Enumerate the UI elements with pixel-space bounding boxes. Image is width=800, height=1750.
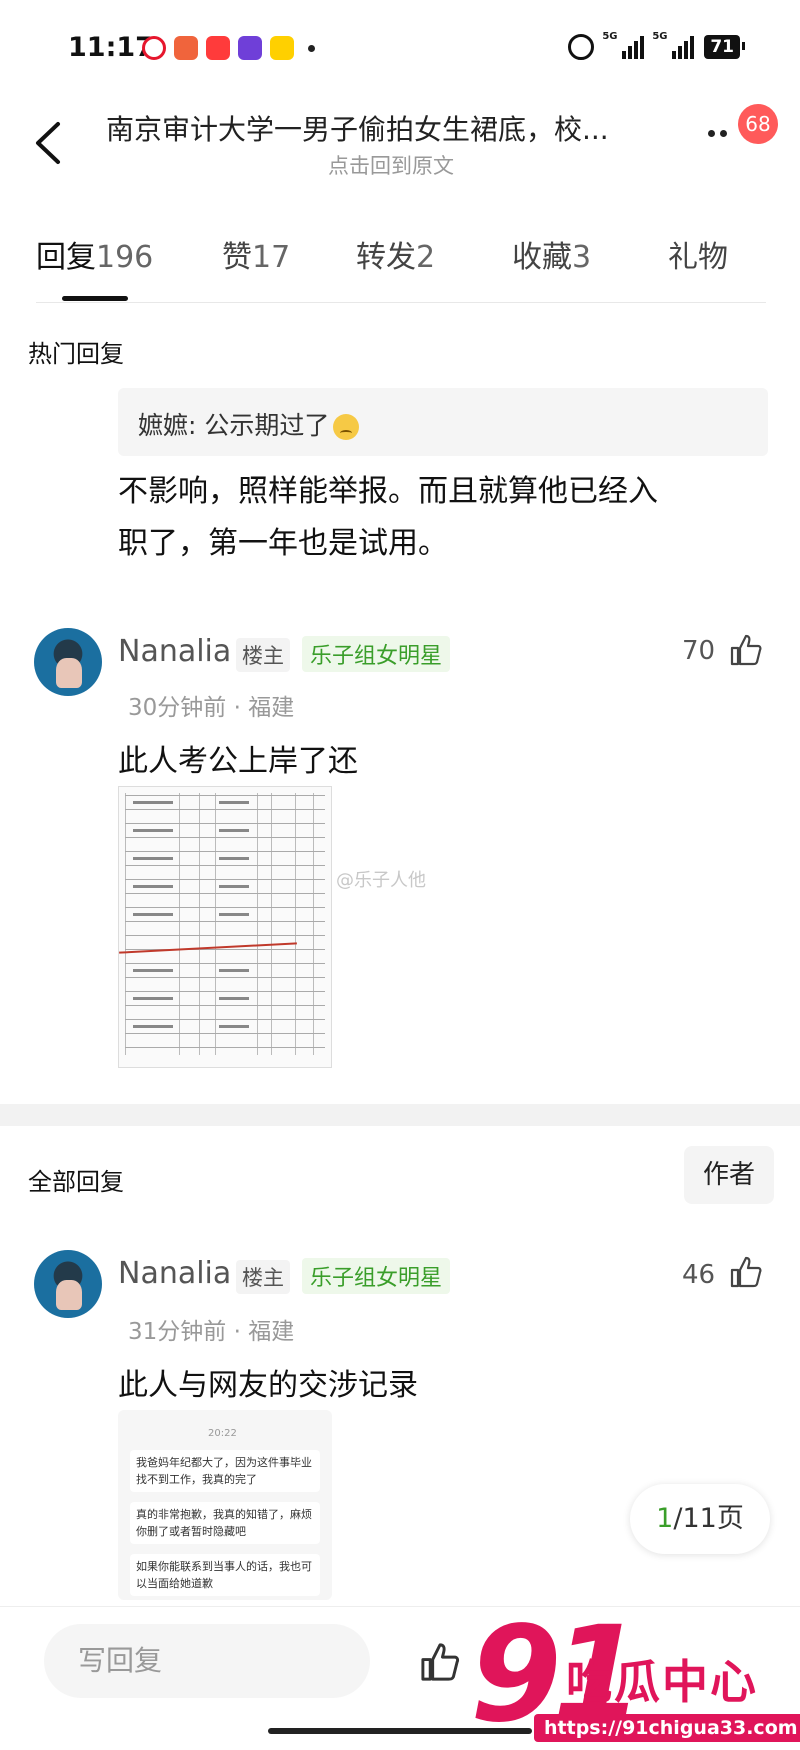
total-pages: /11页 (673, 1503, 744, 1534)
quote-colon: : (188, 411, 205, 440)
meituan-icon (270, 36, 294, 60)
weibo-icon (142, 36, 166, 60)
back-button[interactable] (28, 118, 68, 168)
quoted-reply[interactable]: 嫬嫬: 公示期过了 (118, 388, 768, 456)
chat-screenshot-image[interactable]: 20:22 我爸妈年纪都大了，因为这件事毕业找不到工作，我真的完了 真的非常抱歉… (118, 1410, 332, 1600)
avatar[interactable] (34, 628, 102, 696)
post-title[interactable]: 南京审计大学一男子偷拍女生裙底，校... (106, 108, 609, 148)
news-app-icon (238, 36, 262, 60)
tab-reposts[interactable]: 转发2 (356, 232, 435, 276)
alarm-icon (568, 34, 595, 60)
comment-meta: 31分钟前 · 福建 (128, 1319, 295, 1345)
op-badge: 楼主 (236, 1260, 290, 1294)
current-page: 1 (656, 1503, 674, 1534)
tab-label: 礼物 (668, 240, 728, 275)
comment-meta: 30分钟前 · 福建 (128, 695, 295, 721)
thumbs-up-icon[interactable] (418, 1640, 462, 1684)
tab-label: 转发 (356, 240, 416, 275)
reply-content: 不影响，照样能举报。而且就算他已经入 职了，第一年也是试用。 (118, 466, 778, 570)
tab-count: 2 (416, 240, 436, 275)
more-dot-icon (708, 130, 715, 137)
active-tab-indicator (62, 296, 128, 301)
tab-bar: 回复196 赞17 转发2 收藏3 礼物 (36, 232, 766, 275)
app-grid-icon (174, 36, 198, 60)
tab-gifts[interactable]: 礼物 (668, 232, 728, 276)
home-indicator[interactable] (268, 1728, 532, 1734)
op-badge: 楼主 (236, 638, 290, 672)
image-watermark: @乐子人他 (336, 870, 426, 891)
more-options-button[interactable] (708, 130, 727, 137)
chat-bubble: 我爸妈年纪都大了，因为这件事毕业找不到工作，我真的完了 (130, 1450, 320, 1492)
tab-count: 196 (96, 240, 154, 275)
comment-text: 此人考公上岸了还 (118, 744, 358, 779)
tearful-smile-emoji-icon (333, 414, 360, 440)
page-indicator[interactable]: 1/11页 (630, 1484, 770, 1554)
chat-time: 20:22 (208, 1428, 237, 1439)
like-count: 70 (682, 636, 716, 666)
hot-replies-heading: 热门回复 (28, 340, 124, 368)
chat-bubble: 如果你能联系到当事人的话，我也可以当面给她道歉 (130, 1554, 320, 1596)
tab-likes[interactable]: 赞17 (222, 232, 290, 276)
avatar[interactable] (34, 1250, 102, 1318)
notification-icons (142, 36, 315, 60)
tab-favorites[interactable]: 收藏3 (512, 232, 591, 276)
all-replies-heading: 全部回复 (28, 1168, 124, 1196)
tab-label: 赞 (222, 240, 252, 275)
system-icons: 5G 5G 71 (568, 31, 745, 60)
reply-line: 不影响，照样能举报。而且就算他已经入 (118, 474, 658, 509)
quote-text: 嫬嫬: 公示期过了 (138, 406, 360, 442)
thumbs-up-icon[interactable] (728, 1254, 764, 1290)
section-divider (0, 1104, 800, 1126)
tab-count: 17 (252, 240, 291, 275)
tab-label: 回复 (36, 240, 96, 275)
fan-group-badge[interactable]: 乐子组女明星 (302, 636, 451, 672)
quote-content: 公示期过了 (204, 411, 330, 440)
like-count: 46 (682, 1260, 716, 1290)
chat-bubble: 真的非常抱歉，我真的知错了，麻烦你删了或者暂时隐藏吧 (130, 1502, 320, 1544)
status-bar: 11:17 5G 5G 71 (0, 0, 800, 100)
more-notifications-icon (308, 44, 315, 52)
reply-input[interactable]: 写回复 (44, 1624, 370, 1698)
tab-count: 3 (572, 240, 592, 275)
video-play-icon (206, 36, 230, 60)
fan-group-badge[interactable]: 乐子组女明星 (302, 1258, 451, 1294)
signal-icon: 5G (602, 31, 645, 59)
logo-url: https://91chigua33.com (534, 1714, 800, 1742)
logo-name: 吃瓜中心 (566, 1655, 758, 1709)
notification-badge[interactable]: 68 (738, 104, 778, 144)
network-type-label: 5G (602, 31, 618, 42)
document-image[interactable] (118, 786, 332, 1068)
username[interactable]: Nanalia (118, 634, 231, 669)
divider (36, 302, 766, 303)
back-to-post-link[interactable]: 点击回到原文 (328, 150, 454, 180)
tab-label: 收藏 (512, 240, 572, 275)
reply-line: 职了，第一年也是试用。 (118, 526, 448, 561)
thumbs-up-icon[interactable] (728, 632, 764, 668)
tab-replies[interactable]: 回复196 (36, 232, 153, 276)
network-type-label-2: 5G (652, 31, 668, 42)
signal-icon-2: 5G (652, 31, 695, 59)
chevron-left-icon (36, 122, 60, 164)
author-filter-button[interactable]: 作者 (684, 1146, 774, 1204)
quote-author: 嫬嫬 (138, 411, 189, 440)
more-dot-icon (720, 130, 727, 137)
username[interactable]: Nanalia (118, 1256, 231, 1291)
battery-indicator: 71 (704, 35, 745, 59)
comment-text: 此人与网友的交涉记录 (118, 1368, 418, 1403)
